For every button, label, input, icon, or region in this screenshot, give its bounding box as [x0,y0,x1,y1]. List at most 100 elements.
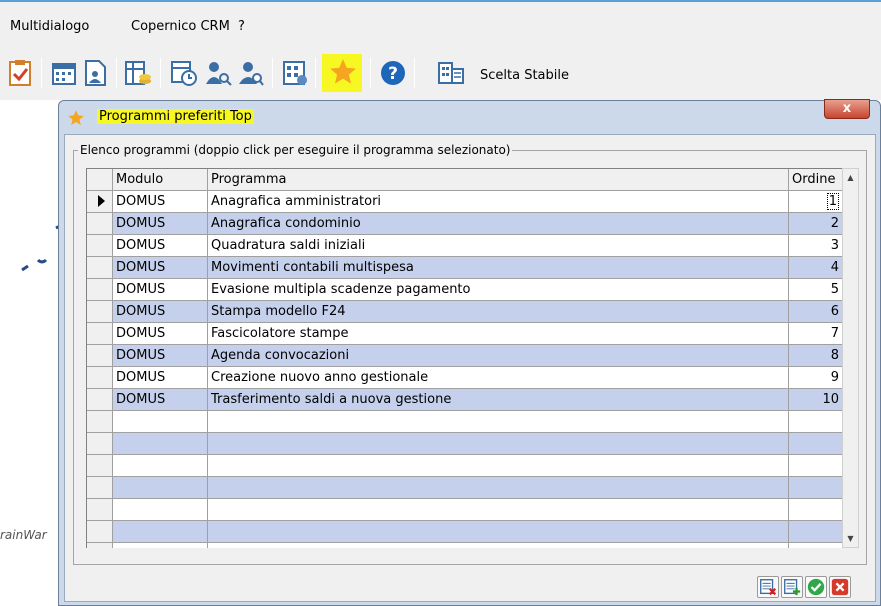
scelta-stabile-label[interactable]: Scelta Stabile [480,68,569,83]
dialog-titlebar[interactable]: Programmi preferiti Top x [59,99,880,133]
selected-ordine-value[interactable]: 1 [826,193,839,210]
row-indicator-cell[interactable] [87,323,113,345]
cell-modulo[interactable] [113,433,208,455]
cell-modulo[interactable]: DOMUS [113,301,208,323]
cell-programma[interactable]: Evasione multipla scadenze pagamento [208,279,789,301]
table-row[interactable] [87,411,842,433]
cell-ordine[interactable] [789,543,842,548]
row-indicator-cell[interactable] [87,301,113,323]
cell-programma[interactable] [208,433,789,455]
scroll-down-icon[interactable]: ▼ [843,530,858,547]
cell-ordine[interactable] [789,477,842,499]
confirm-icon[interactable] [805,576,827,598]
delete-row-icon[interactable] [757,576,779,598]
row-indicator-cell[interactable] [87,279,113,301]
cell-ordine[interactable] [789,499,842,521]
cell-ordine[interactable] [789,455,842,477]
cell-programma[interactable]: Stampa modello F24 [208,301,789,323]
table-row[interactable]: DOMUS Stampa modello F24 6 [87,301,842,323]
row-indicator-cell[interactable] [87,433,113,455]
cell-ordine[interactable]: 1 [789,191,842,213]
document-user-icon[interactable] [81,59,109,87]
cell-programma[interactable] [208,455,789,477]
row-indicator-cell[interactable] [87,345,113,367]
menu-multidialogo[interactable]: Multidialogo [10,19,89,34]
cell-modulo[interactable]: DOMUS [113,279,208,301]
grid-calendar-icon[interactable] [281,59,309,87]
cell-programma[interactable] [208,477,789,499]
building-grid-icon[interactable] [437,59,465,87]
cell-programma[interactable]: Anagrafica condominio [208,213,789,235]
table-row[interactable]: DOMUS Trasferimento saldi a nuova gestion… [87,389,842,411]
row-indicator-cell[interactable] [87,543,113,548]
cell-modulo[interactable]: DOMUS [113,367,208,389]
cell-programma[interactable]: Fascicolatore stampe [208,323,789,345]
cell-programma[interactable] [208,499,789,521]
cell-ordine[interactable] [789,433,842,455]
close-button[interactable]: x [824,99,870,119]
table-row[interactable] [87,499,842,521]
calendar-clock-icon[interactable] [170,59,198,87]
cell-ordine[interactable]: 2 [789,213,842,235]
row-indicator-cell[interactable] [87,521,113,543]
row-indicator-cell[interactable] [87,235,113,257]
calendar-icon[interactable] [50,59,78,87]
table-row[interactable]: DOMUS Movimenti contabili multispesa 4 [87,257,842,279]
user-search-icon[interactable] [204,59,232,87]
cell-ordine[interactable] [789,521,842,543]
column-header-ordine[interactable]: Ordine [789,169,842,191]
cell-programma[interactable]: Agenda convocazioni [208,345,789,367]
cell-programma[interactable] [208,411,789,433]
row-indicator-cell[interactable] [87,499,113,521]
table-coins-icon[interactable] [124,59,152,87]
table-row[interactable]: DOMUS Agenda convocazioni 8 [87,345,842,367]
table-row[interactable]: DOMUS Fascicolatore stampe 7 [87,323,842,345]
cell-modulo[interactable] [113,477,208,499]
row-indicator-cell[interactable] [87,257,113,279]
cell-modulo[interactable]: DOMUS [113,257,208,279]
table-row[interactable]: DOMUS Quadratura saldi iniziali 3 [87,235,842,257]
cell-programma[interactable]: Anagrafica amministratori [208,191,789,213]
add-row-icon[interactable] [781,576,803,598]
help-icon[interactable]: ? [379,59,407,87]
cell-programma[interactable]: Creazione nuovo anno gestionale [208,367,789,389]
row-indicator-cell[interactable] [87,389,113,411]
cell-modulo[interactable] [113,543,208,548]
cell-modulo[interactable] [113,455,208,477]
cell-ordine[interactable] [789,411,842,433]
scroll-thumb[interactable] [844,187,857,527]
checklist-icon[interactable] [6,59,34,87]
cell-programma[interactable]: Movimenti contabili multispesa [208,257,789,279]
cell-ordine[interactable]: 7 [789,323,842,345]
cell-modulo[interactable]: DOMUS [113,389,208,411]
table-row[interactable] [87,433,842,455]
cell-programma[interactable] [208,543,789,548]
star-icon[interactable] [328,57,358,87]
menu-copernico-crm[interactable]: Copernico CRM [131,19,230,34]
row-indicator-cell[interactable] [87,191,113,213]
table-row[interactable] [87,543,842,548]
cell-modulo[interactable] [113,411,208,433]
users-search-icon[interactable] [236,59,264,87]
cell-ordine[interactable]: 5 [789,279,842,301]
table-row[interactable] [87,477,842,499]
table-row[interactable] [87,455,842,477]
cell-ordine[interactable]: 4 [789,257,842,279]
cell-programma[interactable]: Quadratura saldi iniziali [208,235,789,257]
table-row[interactable]: DOMUS Anagrafica amministratori 1 [87,191,842,213]
cell-modulo[interactable]: DOMUS [113,345,208,367]
table-row[interactable]: DOMUS Anagrafica condominio 2 [87,213,842,235]
cell-ordine[interactable]: 9 [789,367,842,389]
row-indicator-cell[interactable] [87,477,113,499]
row-indicator-cell[interactable] [87,367,113,389]
table-row[interactable]: DOMUS Creazione nuovo anno gestionale 9 [87,367,842,389]
column-header-modulo[interactable]: Modulo [113,169,208,191]
row-indicator-cell[interactable] [87,455,113,477]
cell-ordine[interactable]: 6 [789,301,842,323]
cell-modulo[interactable]: DOMUS [113,235,208,257]
cell-modulo[interactable] [113,499,208,521]
programs-grid[interactable]: Modulo Programma Ordine DOMUS Anagrafica … [86,168,842,548]
column-header-programma[interactable]: Programma [208,169,789,191]
cell-ordine[interactable]: 8 [789,345,842,367]
row-indicator-cell[interactable] [87,213,113,235]
